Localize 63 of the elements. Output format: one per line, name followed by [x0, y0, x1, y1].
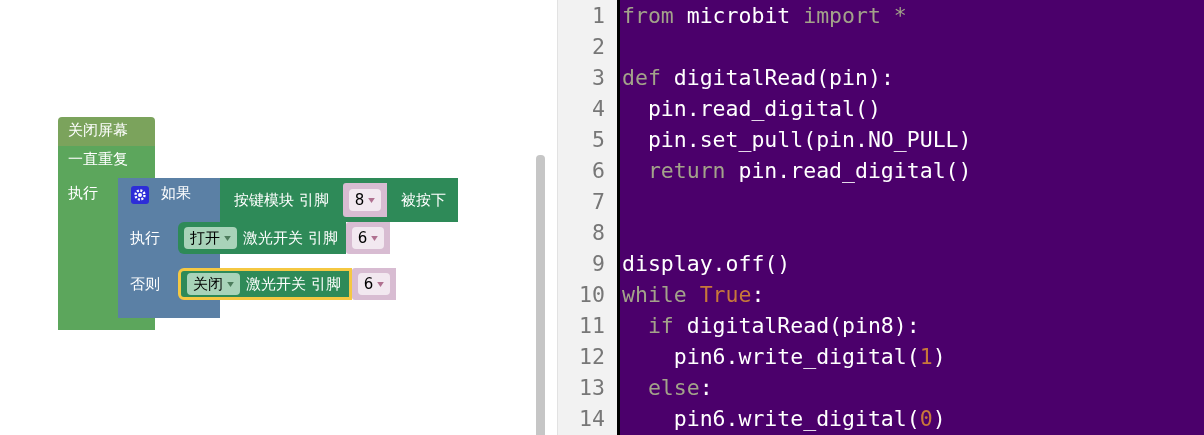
code-token: pin.read_digital() — [738, 157, 972, 185]
block-label: 执行 — [68, 184, 98, 202]
block-label: 按键模块 引脚 — [234, 190, 329, 210]
block-label: 一直重复 — [67, 149, 129, 170]
code-token: 0 — [919, 405, 933, 433]
code-token: : — [699, 374, 713, 402]
dropdown-arrow-icon — [371, 235, 379, 241]
state-dropdown[interactable]: 关闭 — [187, 273, 240, 295]
line-number: 3 — [591, 64, 606, 92]
loop-block[interactable]: 一直重复 执行 如果 按键模块 引脚 8 被按下 执行 打开 激光开关 引脚 6 否则 关闭 激光开关 引脚 6 — [58, 146, 459, 330]
code-token: pin.read_digital() — [647, 95, 881, 123]
gear-icon[interactable] — [131, 186, 149, 204]
code-token: while — [622, 281, 687, 309]
code-token: import * — [803, 2, 907, 30]
button-condition-block[interactable]: 按键模块 引脚 8 被按下 — [220, 178, 459, 222]
line-number: 9 — [591, 250, 606, 278]
code-token: microbit — [686, 2, 791, 30]
block-label: 激光开关 引脚 — [243, 228, 338, 248]
code-token: pin6.write_digital( — [673, 405, 920, 433]
code-token: display.off() — [622, 250, 791, 278]
pin-dropdown[interactable]: 8 — [348, 189, 382, 211]
line-number: 14 — [578, 405, 606, 433]
if-else-block[interactable]: 如果 按键模块 引脚 8 被按下 执行 打开 激光开关 引脚 6 否则 关闭 激光开关 引脚 6 — [118, 178, 459, 318]
code-token: return — [647, 157, 726, 185]
block-label: 如果 — [161, 184, 192, 203]
code-token: from — [622, 2, 674, 30]
code-token: ) — [932, 405, 946, 433]
line-number: 12 — [578, 343, 606, 371]
block-label: 激光开关 引脚 — [246, 274, 341, 294]
line-number: 5 — [591, 126, 606, 154]
pin-dropdown[interactable]: 6 — [351, 227, 385, 249]
code-token: digitalRead(pin): — [673, 64, 894, 92]
code-token: ) — [932, 343, 946, 371]
line-number: 6 — [591, 157, 606, 185]
dropdown-arrow-icon — [227, 281, 234, 287]
code-token: : — [751, 281, 765, 309]
line-number: 13 — [578, 374, 606, 402]
state-dropdown[interactable]: 打开 — [184, 227, 237, 249]
line-number: 8 — [591, 219, 606, 247]
code-token: True — [699, 281, 752, 309]
code-token: else — [647, 374, 700, 402]
block-label: 执行 — [129, 228, 161, 248]
scrollbar[interactable] — [536, 155, 545, 435]
code-token: pin.set_pull(pin.NO_PULL) — [647, 126, 972, 154]
dropdown-arrow-icon — [368, 197, 376, 203]
line-number: 1 — [591, 2, 606, 30]
line-number: 11 — [578, 312, 606, 340]
block-label: 否则 — [129, 274, 161, 294]
laser-switch-block[interactable]: 打开 激光开关 引脚 — [178, 222, 346, 254]
dropdown-arrow-icon — [224, 235, 231, 241]
code-token: 1 — [919, 343, 933, 371]
code-token: if — [647, 312, 674, 340]
line-number: 7 — [591, 188, 606, 216]
pin-dropdown[interactable]: 6 — [357, 273, 391, 295]
laser-switch-block[interactable]: 关闭 激光开关 引脚 — [178, 268, 352, 300]
code-token: pin6.write_digital( — [673, 343, 920, 371]
line-number: 2 — [591, 33, 606, 61]
dropdown-arrow-icon — [377, 281, 385, 287]
line-number: 4 — [591, 95, 606, 123]
code-token: def — [622, 64, 661, 92]
code-token: digitalRead(pin8): — [686, 312, 920, 340]
block-label: 被按下 — [401, 190, 447, 210]
line-number: 10 — [578, 281, 606, 309]
